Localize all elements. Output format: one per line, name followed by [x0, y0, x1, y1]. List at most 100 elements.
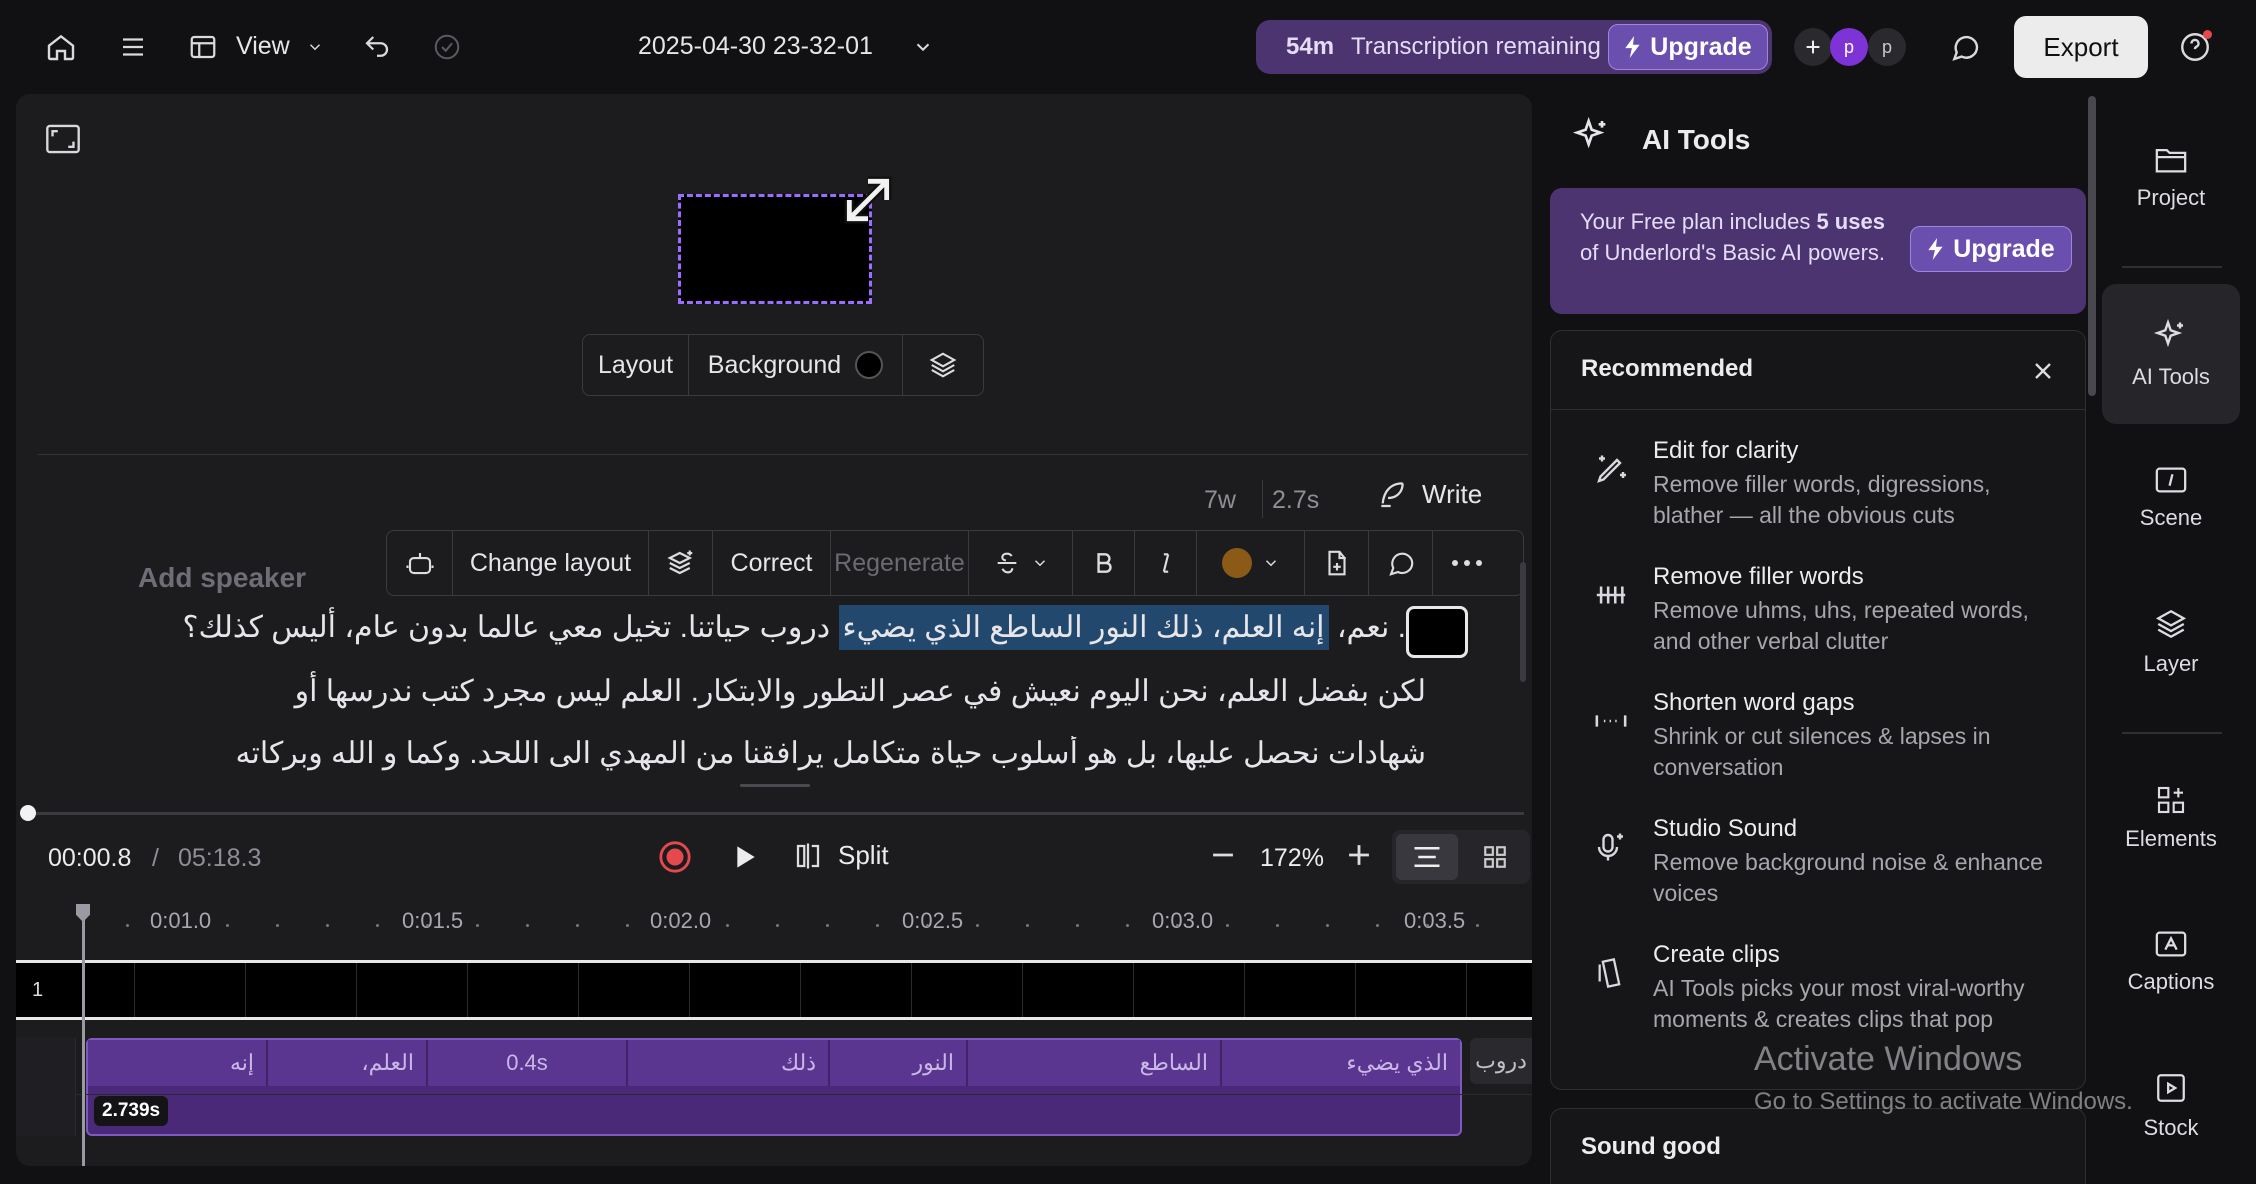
activation-watermark-subtitle: Go to Settings to activate Windows.: [1754, 1088, 2133, 1115]
layout-button[interactable]: Layout: [583, 335, 689, 395]
fullscreen-icon[interactable]: [46, 124, 80, 154]
video-frame-thumbnail: [1133, 963, 1244, 1017]
layers-icon[interactable]: [903, 335, 983, 395]
zoom-in-icon[interactable]: [1342, 838, 1376, 872]
video-frame-thumbnail: [911, 963, 1022, 1017]
video-frame-thumbnail: [467, 963, 578, 1017]
regenerate-button[interactable]: Regenerate: [831, 531, 969, 595]
play-icon[interactable]: [728, 840, 760, 874]
resize-handle-icon[interactable]: [836, 168, 900, 232]
help-icon[interactable]: [2176, 28, 2214, 66]
tool-studio-sound[interactable]: Studio Sound Remove background noise & e…: [1551, 815, 2085, 941]
text-color-swatch: [1221, 548, 1252, 578]
nav-ai-tools[interactable]: AI Tools: [2102, 284, 2240, 424]
panel-scrollbar[interactable]: [2088, 96, 2096, 396]
word-segment[interactable]: العلم،: [268, 1040, 428, 1086]
more-options-icon[interactable]: [1433, 531, 1501, 595]
add-collaborator-icon[interactable]: [1794, 28, 1832, 66]
ruler-dot: [626, 924, 629, 927]
bold-button[interactable]: [1073, 531, 1135, 595]
ruler-tick-label: 0:01.0: [150, 908, 212, 933]
document-title[interactable]: 2025-04-30 23-32-01: [638, 32, 873, 61]
split-icon: [796, 843, 820, 868]
split-button[interactable]: Split: [792, 840, 889, 871]
record-icon[interactable]: [658, 840, 692, 874]
tool-shorten-word-gaps[interactable]: Shorten word gaps Shrink or cut silences…: [1551, 689, 2085, 815]
resize-grip[interactable]: [740, 784, 810, 787]
italic-button[interactable]: [1135, 531, 1197, 595]
nav-captions[interactable]: Captions: [2102, 892, 2240, 1032]
word-gaps-icon: [1589, 699, 1633, 743]
nav-elements[interactable]: Elements: [2102, 748, 2240, 888]
chevron-down-icon[interactable]: [298, 28, 332, 66]
menu-icon[interactable]: [114, 28, 152, 66]
comment-icon[interactable]: [1369, 531, 1433, 595]
strikethrough-button[interactable]: [969, 531, 1073, 595]
transcript-scrollbar[interactable]: [1520, 562, 1526, 682]
add-speaker-label[interactable]: Add speaker: [138, 562, 306, 594]
selected-transcript-text[interactable]: إنه العلم، ذلك النور الساطع الذي يضيء: [838, 605, 1329, 650]
ruler-dot: [776, 924, 779, 927]
export-button[interactable]: Export: [2014, 16, 2148, 78]
transcript-line[interactable]: . نعم، إنه العلم، ذلك النور الساطع الذي …: [136, 605, 1406, 650]
background-label: Background: [707, 350, 842, 379]
tool-remove-filler-words[interactable]: Remove filler words Remove uhms, uhs, re…: [1551, 563, 2085, 689]
nav-label: Scene: [2139, 505, 2203, 530]
underlord-robot-icon[interactable]: [387, 531, 453, 595]
gap-segment[interactable]: 0.4s: [428, 1040, 628, 1086]
correct-button[interactable]: Correct: [713, 531, 831, 595]
comments-icon[interactable]: [1946, 28, 1984, 66]
word-count: 7w: [1204, 486, 1236, 514]
ruler-dot: [1176, 924, 1179, 927]
tool-edit-for-clarity[interactable]: Edit for clarity Remove filler words, di…: [1551, 437, 2085, 563]
audio-clip[interactable]: إنه العلم، 0.4s ذلك النور الساطع الذي يض…: [86, 1038, 1462, 1136]
close-icon[interactable]: [2029, 357, 2057, 385]
playhead[interactable]: [82, 914, 85, 1166]
ruler-dot: [826, 924, 829, 927]
transcript-text: . نعم،: [1328, 611, 1406, 644]
nav-scene[interactable]: Scene: [2102, 428, 2240, 568]
word-segment[interactable]: النور: [830, 1040, 968, 1086]
progress-knob[interactable]: [20, 805, 36, 821]
upgrade-button[interactable]: Upgrade: [1608, 24, 1768, 70]
avatar[interactable]: p: [1868, 28, 1906, 66]
playback-progress[interactable]: [26, 812, 1524, 815]
view-menu-label[interactable]: View: [236, 32, 290, 61]
undo-icon[interactable]: [358, 28, 396, 66]
avatar[interactable]: p: [1830, 28, 1868, 66]
zoom-out-icon[interactable]: [1206, 838, 1240, 872]
ruler-dot: [1326, 924, 1329, 927]
ruler-dot: [426, 924, 429, 927]
transcript-line[interactable]: لكن بفضل العلم، نحن اليوم نعيش في عصر ال…: [136, 674, 1426, 709]
nav-layer[interactable]: Layer: [2102, 572, 2240, 712]
video-track[interactable]: 1: [16, 960, 1532, 1020]
grid-view-icon[interactable]: [1464, 834, 1526, 880]
write-button[interactable]: Write: [1376, 478, 1482, 510]
background-button[interactable]: Background: [689, 335, 903, 395]
text-color-button[interactable]: [1197, 531, 1305, 595]
word-segment[interactable]: الساطع: [968, 1040, 1222, 1086]
ruler-dot: [476, 924, 479, 927]
plan-upgrade-button[interactable]: Upgrade: [1910, 226, 2072, 272]
view-layout-icon[interactable]: [184, 28, 222, 66]
nav-project[interactable]: Project: [2102, 108, 2240, 248]
insert-file-icon[interactable]: [1305, 531, 1369, 595]
next-word-segment[interactable]: دروب: [1470, 1038, 1532, 1084]
nav-label: Layer: [2143, 651, 2199, 676]
quill-icon: [1381, 482, 1404, 508]
word-segment[interactable]: إنه: [88, 1040, 268, 1086]
ruler-dot: [1476, 924, 1479, 927]
home-icon[interactable]: [42, 28, 80, 66]
transcript-text: دروب حياتنا. تخيل معي عالما بدون عام، أل…: [182, 611, 839, 644]
title-dropdown-icon[interactable]: [904, 28, 942, 66]
scene-thumbnail[interactable]: [1406, 606, 1468, 658]
script-view-icon[interactable]: [1396, 834, 1458, 880]
word-segment[interactable]: ذلك: [628, 1040, 830, 1086]
transcription-label: Transcription remaining: [1351, 33, 1601, 60]
layers-sparkle-icon[interactable]: [649, 531, 713, 595]
sparkle-icon: [1572, 116, 1612, 156]
ruler-dot: [176, 924, 179, 927]
word-segment[interactable]: الذي يضيء: [1222, 1040, 1460, 1086]
transcript-line[interactable]: شهادات نحصل عليها، بل هو أسلوب حياة متكا…: [136, 736, 1426, 776]
change-layout-button[interactable]: Change layout: [453, 531, 649, 595]
